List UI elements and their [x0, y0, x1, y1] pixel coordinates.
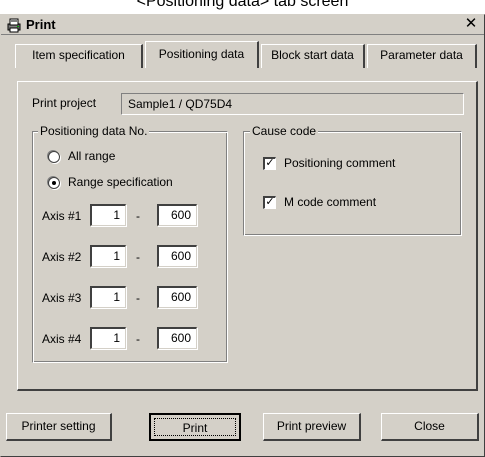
tab-label: Positioning data	[158, 47, 245, 61]
printer-setting-button[interactable]: Printer setting	[6, 413, 112, 441]
axis-3-label: Axis #3	[42, 291, 82, 305]
axis-4-from-input[interactable]: 1	[90, 327, 126, 349]
close-icon[interactable]: ✕	[462, 15, 480, 33]
positioning-comment-checkbox[interactable]: ✓	[263, 157, 276, 170]
tab-label: Block start data	[271, 48, 354, 62]
all-range-label: All range	[68, 149, 116, 163]
tab-label: Item specification	[32, 48, 125, 62]
print-preview-button[interactable]: Print preview	[263, 413, 361, 441]
print-button[interactable]: Print	[149, 413, 241, 441]
title-bar: Print ✕	[1, 15, 484, 35]
window-title: Print	[26, 17, 56, 32]
tab-panel: Print project Sample1 / QD75D4 Positioni…	[17, 81, 478, 391]
cause-code-group-title: Cause code	[250, 124, 319, 138]
axis-1-to-input[interactable]: 600	[157, 204, 197, 226]
axis-3-separator: -	[136, 291, 140, 305]
range-specification-label: Range specification	[68, 175, 173, 189]
tab-parameter-data[interactable]: Parameter data	[367, 44, 477, 68]
print-project-field: Sample1 / QD75D4	[121, 93, 464, 115]
print-button-label: Print	[154, 418, 236, 436]
axis-1-from-input[interactable]: 1	[90, 204, 126, 226]
axis-1-label: Axis #1	[42, 209, 82, 223]
print-dialog: Print ✕ Item specification Positioning d…	[0, 14, 485, 457]
tab-item-specification[interactable]: Item specification	[15, 44, 143, 68]
positioning-data-group	[32, 131, 228, 363]
axis-3-to-input[interactable]: 600	[157, 286, 197, 308]
axis-4-to-input[interactable]: 600	[157, 327, 197, 349]
axis-4-label: Axis #4	[42, 332, 82, 346]
print-app-icon	[6, 17, 22, 33]
axis-4-separator: -	[136, 332, 140, 346]
tab-block-start-data[interactable]: Block start data	[261, 44, 365, 68]
radio-selected-dot	[52, 181, 56, 185]
tab-positioning-data[interactable]: Positioning data	[145, 41, 259, 68]
axis-2-from-input[interactable]: 1	[90, 245, 126, 267]
screen-caption: <Positioning data> tab screen	[136, 0, 349, 10]
all-range-radio[interactable]	[48, 151, 60, 163]
tab-label: Parameter data	[380, 48, 463, 62]
axis-2-separator: -	[136, 250, 140, 264]
positioning-comment-label: Positioning comment	[284, 156, 396, 170]
axis-2-label: Axis #2	[42, 250, 82, 264]
close-button[interactable]: Close	[381, 413, 479, 441]
range-specification-radio[interactable]	[48, 177, 60, 189]
axis-2-to-input[interactable]: 600	[157, 245, 197, 267]
print-project-label: Print project	[32, 96, 97, 110]
cause-code-group	[243, 131, 462, 236]
axis-3-from-input[interactable]: 1	[90, 286, 126, 308]
m-code-comment-checkbox[interactable]: ✓	[263, 196, 276, 209]
axis-1-separator: -	[136, 209, 140, 223]
m-code-comment-label: M code comment	[284, 195, 377, 209]
positioning-data-group-title: Positioning data No.	[38, 124, 150, 138]
